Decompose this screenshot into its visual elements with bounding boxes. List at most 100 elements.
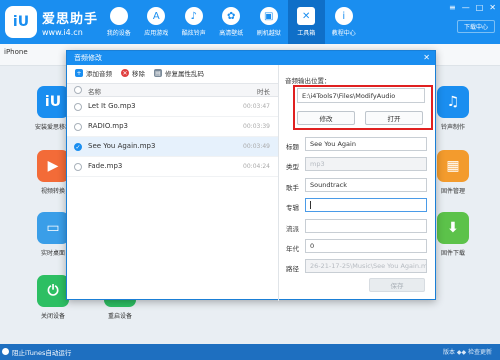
artist-label: 歌手 xyxy=(286,184,299,192)
itunes-autorun-toggle[interactable]: 阻止iTunes自动运行 xyxy=(12,347,71,357)
top-bar: iU 爱思助手 www.i4.cn 我的设备 A 应用游戏 ♪ 酷炫铃声 ✿ 高… xyxy=(0,0,500,44)
title-field[interactable]: See You Again xyxy=(305,137,427,151)
audio-edit-dialog: 音频修改 ✕ + 添加音频 ✕ 移除 ▤ 修复属性乱码 名称 时长 Let It… xyxy=(66,50,436,301)
column-duration: 时长 xyxy=(257,88,270,96)
close-icon[interactable]: ✕ xyxy=(423,51,430,65)
box-icon: ▣ xyxy=(259,7,278,25)
tool-label: 移除 xyxy=(132,70,145,78)
artist-field[interactable]: Soundtrack xyxy=(305,178,427,192)
menu-icon[interactable]: ≡ xyxy=(449,3,456,12)
bell-icon: ♪ xyxy=(184,7,203,25)
song-duration: 00:03:47 xyxy=(243,103,270,110)
nav-wallpapers[interactable]: ✿ 高清壁纸 xyxy=(213,0,251,44)
nav-label: 应用游戏 xyxy=(144,30,169,37)
app-url: www.i4.cn xyxy=(42,27,83,37)
maximize-icon[interactable]: □ xyxy=(476,3,484,12)
check-icon[interactable]: ✓ xyxy=(74,143,82,151)
nav-ringtones[interactable]: ♪ 酷炫铃声 xyxy=(175,0,213,44)
appstore-icon: A xyxy=(147,7,166,25)
list-item[interactable]: Let It Go.mp3 00:03:47 xyxy=(67,97,278,117)
repair-icon: ▤ xyxy=(154,69,162,77)
power-icon: ⏻ xyxy=(37,275,69,307)
download-center-button[interactable]: 下载中心 xyxy=(457,20,495,33)
app-label: 关闭设备 xyxy=(40,313,65,320)
app-label: 重启设备 xyxy=(107,313,132,320)
device-tab-iphone[interactable]: iPhone xyxy=(4,48,28,56)
window-controls: ≡ — □ ✕ xyxy=(443,3,496,12)
list-item[interactable]: RADIO.mp3 00:03:39 xyxy=(67,117,278,137)
song-name: Let It Go.mp3 xyxy=(88,102,136,110)
i4-logo-icon: iU xyxy=(5,6,37,38)
path-field: 26-21-17-25\Music\See You Again.mp3 xyxy=(305,259,427,273)
column-name: 名称 xyxy=(88,88,101,96)
type-field: mp3 xyxy=(305,157,427,171)
status-bar: 阻止iTunes自动运行 版本 ◆◆ 检查更新 xyxy=(0,344,500,360)
save-button[interactable]: 保存 xyxy=(369,278,425,292)
version-info: 版本 ◆◆ 检查更新 xyxy=(442,349,492,356)
close-icon[interactable]: ✕ xyxy=(489,3,496,12)
main-nav: 我的设备 A 应用游戏 ♪ 酷炫铃声 ✿ 高清壁纸 ▣ 刷机越狱 ✕ 工具箱 i… xyxy=(100,0,363,44)
tool-label: 修复属性乱码 xyxy=(165,70,204,78)
nav-flash[interactable]: ▣ 刷机越狱 xyxy=(250,0,288,44)
i4-app-icon: iU xyxy=(37,86,69,118)
app-title: 爱思助手 xyxy=(42,11,99,27)
nav-toolbox[interactable]: ✕ 工具箱 xyxy=(287,0,325,44)
output-path-field[interactable]: E:\i4Tools7\Files\ModifyAudio xyxy=(297,88,425,103)
song-name: See You Again.mp3 xyxy=(88,142,156,150)
nav-apps[interactable]: A 应用游戏 xyxy=(138,0,176,44)
song-name: Fade.mp3 xyxy=(88,162,123,170)
nav-label: 教程中心 xyxy=(331,30,356,37)
song-duration: 00:03:49 xyxy=(243,143,270,150)
song-duration: 00:04:24 xyxy=(243,163,270,170)
dialog-titlebar: 音频修改 ✕ xyxy=(67,51,435,65)
year-label: 年代 xyxy=(286,245,299,253)
tool-label: 添加音频 xyxy=(86,70,112,78)
status-toggle-icon[interactable] xyxy=(2,348,9,355)
album-label: 专辑 xyxy=(286,204,299,212)
open-button[interactable]: 打开 xyxy=(365,111,423,125)
title-label: 标题 xyxy=(286,143,299,151)
year-field[interactable]: 0 xyxy=(305,239,427,253)
video-icon: ▶ xyxy=(37,150,69,182)
nav-my-device[interactable]: 我的设备 xyxy=(100,0,138,44)
nav-label: 酷炫铃声 xyxy=(181,30,206,37)
genre-label: 流派 xyxy=(286,225,299,233)
nav-label: 我的设备 xyxy=(106,30,131,37)
select-all-radio[interactable] xyxy=(74,86,82,94)
modify-button[interactable]: 修改 xyxy=(297,111,355,125)
nav-label: 工具箱 xyxy=(297,30,316,37)
dialog-title: 音频修改 xyxy=(74,54,102,62)
list-item[interactable]: Fade.mp3 00:04:24 xyxy=(67,157,278,177)
firmware-icon: ▦ xyxy=(437,150,469,182)
ringtone-icon: ♫ xyxy=(437,86,469,118)
add-audio-button[interactable]: + 添加音频 xyxy=(75,68,112,78)
type-label: 类型 xyxy=(286,163,299,171)
album-field[interactable] xyxy=(305,198,427,212)
desktop-icon: ▭ xyxy=(37,212,69,244)
add-icon: + xyxy=(75,69,83,77)
panel-divider xyxy=(278,65,279,301)
nav-tutorials[interactable]: i 教程中心 xyxy=(325,0,363,44)
row-radio[interactable] xyxy=(74,123,82,131)
list-header: 名称 时长 xyxy=(67,83,278,97)
tools-icon: ✕ xyxy=(297,7,316,25)
song-name: RADIO.mp3 xyxy=(88,122,128,130)
remove-icon: ✕ xyxy=(121,69,129,77)
info-icon: i xyxy=(334,7,353,25)
nav-label: 刷机越狱 xyxy=(256,30,281,37)
apple-icon xyxy=(109,7,128,25)
remove-button[interactable]: ✕ 移除 xyxy=(121,68,145,78)
minimize-icon[interactable]: — xyxy=(462,3,470,12)
song-duration: 00:03:39 xyxy=(243,123,270,130)
path-label: 路径 xyxy=(286,265,299,273)
output-location-label: 音频输出位置： xyxy=(285,77,331,85)
repair-tags-button[interactable]: ▤ 修复属性乱码 xyxy=(154,68,204,78)
row-radio[interactable] xyxy=(74,163,82,171)
genre-field[interactable] xyxy=(305,219,427,233)
audio-toolbar: + 添加音频 ✕ 移除 ▤ 修复属性乱码 xyxy=(67,65,278,81)
nav-label: 高清壁纸 xyxy=(219,30,244,37)
app-logo: iU 爱思助手 www.i4.cn xyxy=(5,6,98,38)
list-item-selected[interactable]: ✓ See You Again.mp3 00:03:49 xyxy=(67,137,278,157)
download-icon: ⬇ xyxy=(437,212,469,244)
row-radio[interactable] xyxy=(74,103,82,111)
